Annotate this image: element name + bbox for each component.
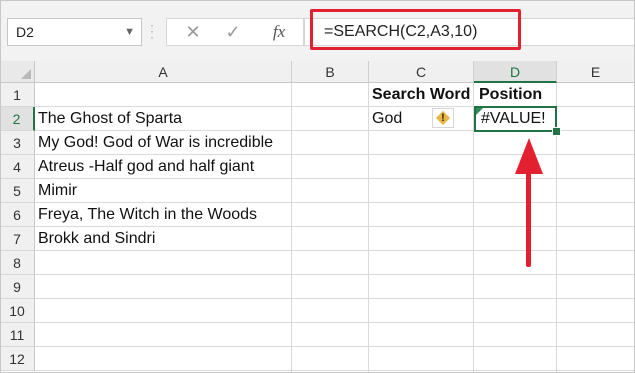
cell-a6[interactable]: Freya, The Witch in the Woods [38, 203, 257, 227]
error-check-button[interactable]: ! [432, 108, 454, 128]
row-header-12[interactable]: 12 [0, 347, 35, 371]
name-box[interactable]: D2 ▼ [7, 18, 142, 46]
row-header-10[interactable]: 10 [0, 299, 35, 323]
formula-buttons: ✕ ✓ fx [166, 18, 304, 46]
column-header-a[interactable]: A [35, 61, 292, 83]
select-all-icon [21, 69, 31, 79]
exclamation-icon: ! [441, 112, 445, 124]
insert-function-button[interactable]: fx [259, 19, 299, 45]
row-header-5[interactable]: 5 [0, 179, 35, 203]
row-header-8[interactable]: 8 [0, 251, 35, 275]
row-header-7[interactable]: 7 [0, 227, 35, 251]
row-header-2[interactable]: 2 [0, 107, 35, 131]
row-header-6[interactable]: 6 [0, 203, 35, 227]
cell-a5[interactable]: Mimir [38, 179, 77, 203]
row-header-11[interactable]: 11 [0, 323, 35, 347]
row-header-3[interactable]: 3 [0, 131, 35, 155]
cell-a2[interactable]: The Ghost of Sparta [38, 107, 182, 131]
cell-d1[interactable]: Position [479, 83, 542, 107]
fill-handle[interactable] [552, 127, 561, 136]
grid-line [291, 83, 292, 373]
column-header-e[interactable]: E [557, 61, 635, 83]
cell-a4[interactable]: Atreus -Half god and half giant [38, 155, 254, 179]
column-header-b[interactable]: B [292, 61, 369, 83]
cell-a3[interactable]: My God! God of War is incredible [38, 131, 273, 155]
column-header-c[interactable]: C [369, 61, 474, 83]
grip-icon[interactable]: · · · [150, 19, 154, 43]
cell-a7[interactable]: Brokk and Sindri [38, 227, 155, 251]
active-cell-border [474, 106, 557, 132]
chevron-down-icon[interactable]: ▼ [124, 19, 135, 45]
grid-line [368, 83, 369, 373]
annotation-arrow-shaft [526, 170, 531, 267]
cell-c2[interactable]: God [372, 107, 402, 131]
formula-highlight-box [310, 9, 521, 50]
check-icon[interactable]: ✓ [213, 19, 253, 45]
name-box-value: D2 [16, 24, 34, 40]
row-header-4[interactable]: 4 [0, 155, 35, 179]
close-icon[interactable]: ✕ [173, 19, 213, 45]
arrow-up-icon [515, 138, 543, 174]
column-header-d[interactable]: D [474, 61, 557, 83]
row-header-1[interactable]: 1 [0, 83, 35, 107]
cell-c1[interactable]: Search Word [372, 83, 470, 107]
select-all-corner[interactable] [0, 61, 35, 83]
row-header-9[interactable]: 9 [0, 275, 35, 299]
error-flag-icon [476, 108, 483, 115]
